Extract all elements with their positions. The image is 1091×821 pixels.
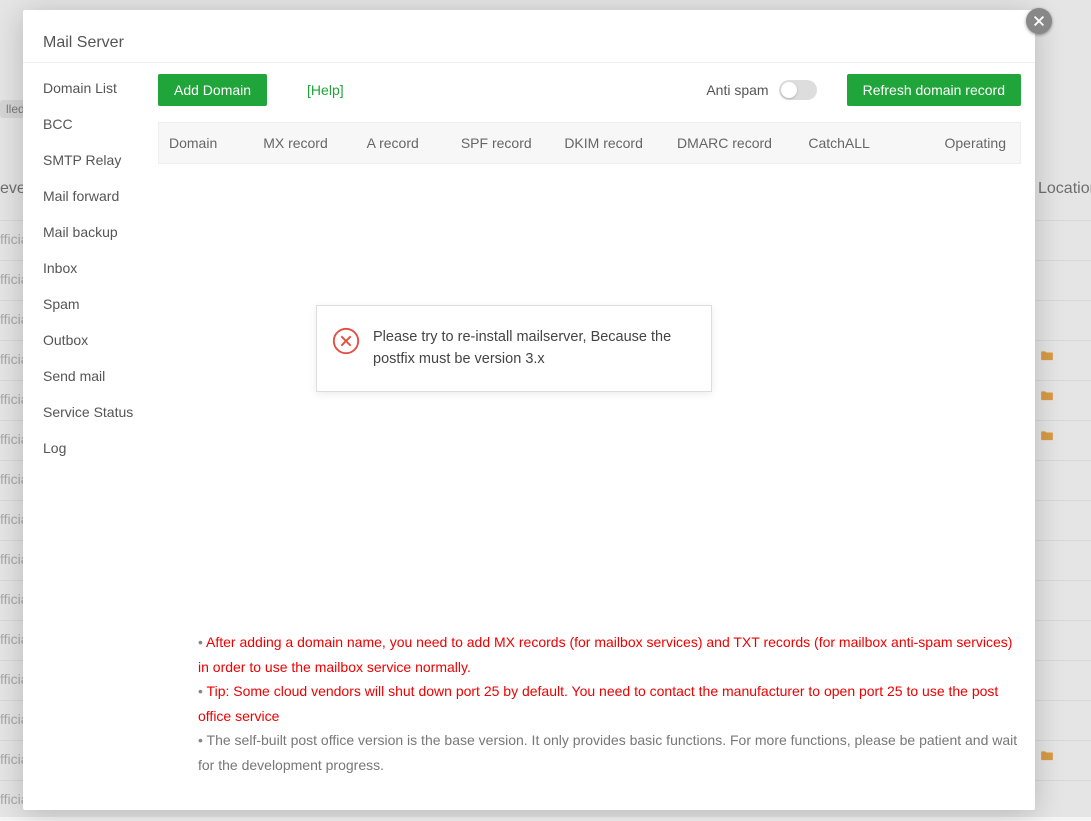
sidebar-item-send-mail[interactable]: Send mail (23, 358, 148, 394)
sidebar-item-smtp-relay[interactable]: SMTP Relay (23, 142, 148, 178)
note-3: The self-built post office version is th… (198, 732, 1017, 773)
add-domain-button[interactable]: Add Domain (158, 74, 267, 106)
sidebar-item-bcc[interactable]: BCC (23, 106, 148, 142)
th-dkim: DKIM record (554, 135, 667, 151)
alert-message: Please try to re-install mailserver, Bec… (373, 326, 693, 371)
th-mx: MX record (253, 135, 356, 151)
alert-box: Please try to re-install mailserver, Bec… (316, 305, 712, 392)
toggle-knob (781, 82, 797, 98)
th-catchall: CatchALL (798, 135, 892, 151)
refresh-domain-button[interactable]: Refresh domain record (847, 74, 1021, 106)
sidebar-item-domain-list[interactable]: Domain List (23, 70, 148, 106)
help-link[interactable]: [Help] (307, 82, 344, 98)
sidebar-item-mail-forward[interactable]: Mail forward (23, 178, 148, 214)
bullet: • (198, 732, 207, 748)
anti-spam-label: Anti spam (706, 82, 768, 98)
bullet: • (198, 634, 206, 650)
anti-spam-toggle[interactable] (779, 80, 817, 100)
sidebar: Domain ListBCCSMTP RelayMail forwardMail… (23, 70, 148, 810)
notes: • After adding a domain name, you need t… (198, 630, 1021, 777)
divider (23, 62, 1035, 63)
sidebar-item-inbox[interactable]: Inbox (23, 250, 148, 286)
table-header: Domain MX record A record SPF record DKI… (158, 122, 1021, 164)
error-icon (331, 326, 361, 356)
content-area: Add Domain [Help] Anti spam Refresh doma… (158, 70, 1021, 800)
sidebar-item-outbox[interactable]: Outbox (23, 322, 148, 358)
sidebar-item-spam[interactable]: Spam (23, 286, 148, 322)
sidebar-item-mail-backup[interactable]: Mail backup (23, 214, 148, 250)
close-button[interactable] (1026, 8, 1052, 34)
th-operating: Operating (913, 135, 1020, 151)
sidebar-item-service-status[interactable]: Service Status (23, 394, 148, 430)
th-dmarc: DMARC record (667, 135, 798, 151)
note-1: After adding a domain name, you need to … (198, 634, 1012, 675)
sidebar-item-log[interactable]: Log (23, 430, 148, 466)
note-2: Tip: Some cloud vendors will shut down p… (198, 683, 998, 724)
close-icon (1032, 14, 1046, 28)
modal-title: Mail Server (43, 34, 124, 52)
toolbar: Add Domain [Help] Anti spam Refresh doma… (158, 70, 1021, 110)
th-domain: Domain (159, 135, 253, 151)
bullet: • (198, 683, 207, 699)
th-spf: SPF record (451, 135, 554, 151)
mail-server-modal: Mail Server Domain ListBCCSMTP RelayMail… (23, 10, 1035, 810)
th-a: A record (357, 135, 451, 151)
